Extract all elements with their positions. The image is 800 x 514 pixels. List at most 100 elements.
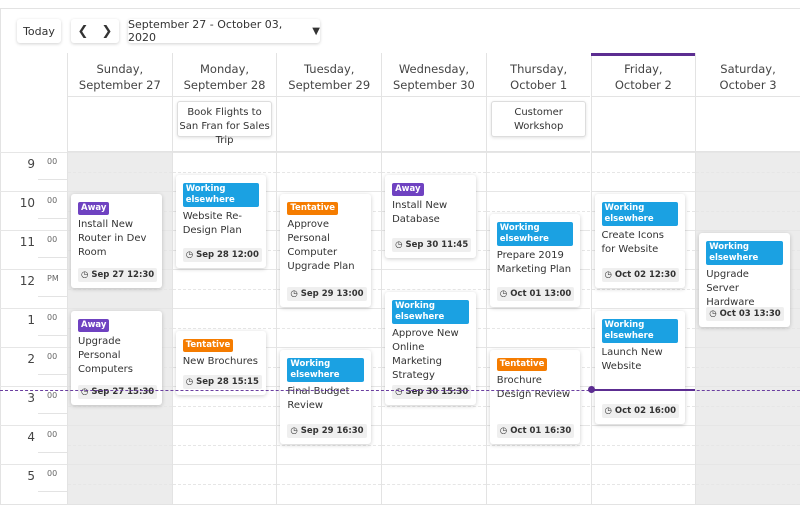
event-card[interactable]: Working elsewhere Approve New Online Mark… — [385, 291, 476, 405]
day-column[interactable]: Working elsewhere Upgrade Server Hardware… — [695, 152, 800, 504]
hour-line — [0, 425, 67, 426]
event-title: Brochure Design Review — [496, 375, 571, 400]
event-card[interactable]: Away Install New Router in Dev Room ◷ Sep … — [71, 194, 162, 288]
day-header[interactable]: Wednesday, September 30 — [381, 53, 486, 97]
hour-line — [486, 152, 591, 153]
half-hour-line — [591, 171, 696, 173]
time-label-minute: 00 — [47, 430, 58, 439]
day-column[interactable]: Working elsewhere Website Re-Design Plan ◷… — [171, 152, 277, 504]
event-card[interactable]: Working elsewhere Upgrade Server Hardware… — [699, 233, 790, 327]
day-date: September 28 — [183, 78, 266, 92]
time-label-divider — [38, 452, 67, 453]
half-hour-line — [68, 171, 172, 173]
status-badge: Working elsewhere — [496, 221, 574, 246]
chevron-left-icon[interactable]: ❮ — [78, 24, 89, 39]
time-label-hour: 9 — [27, 157, 35, 171]
half-hour-line — [172, 483, 277, 485]
event-card[interactable]: Tentative Brochure Design Review ◷ Oct 01 … — [489, 350, 581, 444]
half-hour-line — [696, 171, 800, 173]
clock-icon: ◷ — [185, 250, 197, 260]
date-range-picker[interactable]: September 27 - October 03, 2020 ▼ — [128, 18, 320, 44]
event-card[interactable]: Working elsewhere Final Budget Review ◷ Se… — [280, 350, 372, 444]
event-title: New Brochures — [182, 355, 258, 367]
event-title: Create Icons for Website — [601, 230, 665, 255]
half-hour-line — [486, 327, 591, 329]
day-header[interactable]: Tuesday, September 29 — [276, 53, 382, 97]
event-end-time: ◷ Oct 02 12:30 — [601, 267, 680, 282]
half-hour-line — [277, 327, 382, 329]
event-card[interactable]: Tentative Approve Personal Computer Upgra… — [280, 194, 372, 307]
status-badge: Working elsewhere — [392, 299, 469, 324]
day-date: September 29 — [288, 78, 371, 92]
event-end-time: ◷ Sep 28 12:00 — [182, 248, 262, 262]
event-end-time: ◷ Sep 30 11:45 — [392, 238, 472, 253]
half-hour-line — [172, 327, 277, 329]
all-day-event[interactable]: Book Flights to San Fran for Sales Trip — [176, 101, 273, 146]
date-range-label: September 27 - October 03, 2020 — [128, 18, 283, 44]
status-badge: Working elsewhere — [287, 358, 365, 382]
half-hour-line — [172, 405, 277, 407]
event-title: Upgrade Server Hardware — [706, 269, 755, 308]
day-column[interactable]: Away Install New Router in Dev Room ◷ Sep … — [67, 152, 172, 504]
hour-line — [172, 308, 277, 309]
event-card[interactable]: Tentative New Brochures ◷ Sep 28 15:15 — [175, 330, 267, 395]
all-day-cell[interactable] — [276, 97, 382, 152]
status-badge: Away — [78, 202, 110, 215]
day-header[interactable]: Friday, October 2 — [590, 53, 696, 97]
time-label-divider — [38, 179, 67, 180]
day-column[interactable]: Tentative Approve Personal Computer Upgra… — [276, 152, 382, 504]
event-card[interactable]: Working elsewhere Launch New Website ◷ Oct… — [594, 311, 686, 424]
hour-line — [0, 464, 67, 465]
half-hour-line — [591, 288, 696, 290]
half-hour-line — [696, 366, 800, 368]
clock-icon: ◷ — [709, 308, 720, 319]
event-end-time: ◷ Sep 28 15:15 — [182, 374, 262, 389]
half-hour-line — [382, 483, 486, 485]
event-card[interactable]: Working elsewhere Website Re-Design Plan ◷… — [175, 174, 267, 268]
day-header[interactable]: Thursday, October 1 — [485, 53, 591, 97]
time-label-hour: 11 — [19, 235, 35, 249]
event-time-text: Sep 29 16:30 — [300, 425, 364, 436]
day-column[interactable]: Working elsewhere Create Icons for Websit… — [590, 152, 696, 504]
hour-line — [382, 464, 486, 465]
all-day-cell[interactable] — [67, 97, 172, 152]
half-hour-line — [172, 444, 277, 446]
clock-icon: ◷ — [290, 425, 301, 436]
time-label-hour: 3 — [27, 391, 35, 405]
time-label-divider — [38, 335, 67, 336]
all-day-cell[interactable] — [695, 97, 800, 152]
time-label-hour: 1 — [27, 313, 35, 327]
event-card[interactable]: Working elsewhere Prepare 2019 Marketing … — [489, 213, 581, 307]
day-column[interactable]: Away Install New Database ◷ Sep 30 11:45 Wo… — [381, 152, 486, 504]
day-column[interactable]: Working elsewhere Prepare 2019 Marketing … — [485, 152, 591, 504]
hour-line — [0, 269, 67, 270]
event-title: Prepare 2019 Marketing Plan — [496, 249, 572, 275]
day-header[interactable]: Sunday, September 27 — [67, 53, 172, 97]
time-label: 3 00 — [0, 386, 67, 425]
hour-line — [68, 464, 172, 465]
half-hour-line — [277, 171, 382, 173]
all-day-cell[interactable] — [381, 97, 486, 152]
event-card[interactable]: Working elsewhere Create Icons for Websit… — [594, 194, 686, 288]
day-header[interactable]: Saturday, October 3 — [695, 53, 800, 97]
hour-line — [696, 191, 800, 192]
day-header[interactable]: Monday, September 28 — [171, 53, 277, 97]
event-end-time: ◷ Sep 27 15:30 — [78, 384, 158, 399]
chevron-right-icon[interactable]: ❯ — [102, 24, 113, 39]
today-button[interactable]: Today — [17, 19, 61, 43]
hour-line — [486, 191, 591, 192]
day-name: Monday, — [200, 62, 250, 76]
all-day-event[interactable]: Customer Workshop — [490, 101, 587, 137]
event-card[interactable]: Away Install New Database ◷ Sep 30 11:45 — [385, 174, 476, 259]
event-time-text: Sep 28 12:00 — [196, 250, 259, 260]
all-day-cell[interactable] — [590, 97, 696, 152]
day-date: September 30 — [393, 78, 475, 92]
half-hour-line — [696, 444, 800, 446]
event-end-time: ◷ Sep 30 15:30 — [392, 384, 472, 399]
all-day-cell[interactable]: Book Flights to San Fran for Sales Trip — [171, 97, 277, 152]
all-day-cell[interactable]: Customer Workshop — [485, 97, 591, 152]
event-end-time: ◷ Oct 02 16:00 — [601, 404, 680, 418]
hour-line — [172, 152, 277, 153]
time-label: 4 00 — [0, 425, 67, 464]
hour-line — [696, 347, 800, 348]
